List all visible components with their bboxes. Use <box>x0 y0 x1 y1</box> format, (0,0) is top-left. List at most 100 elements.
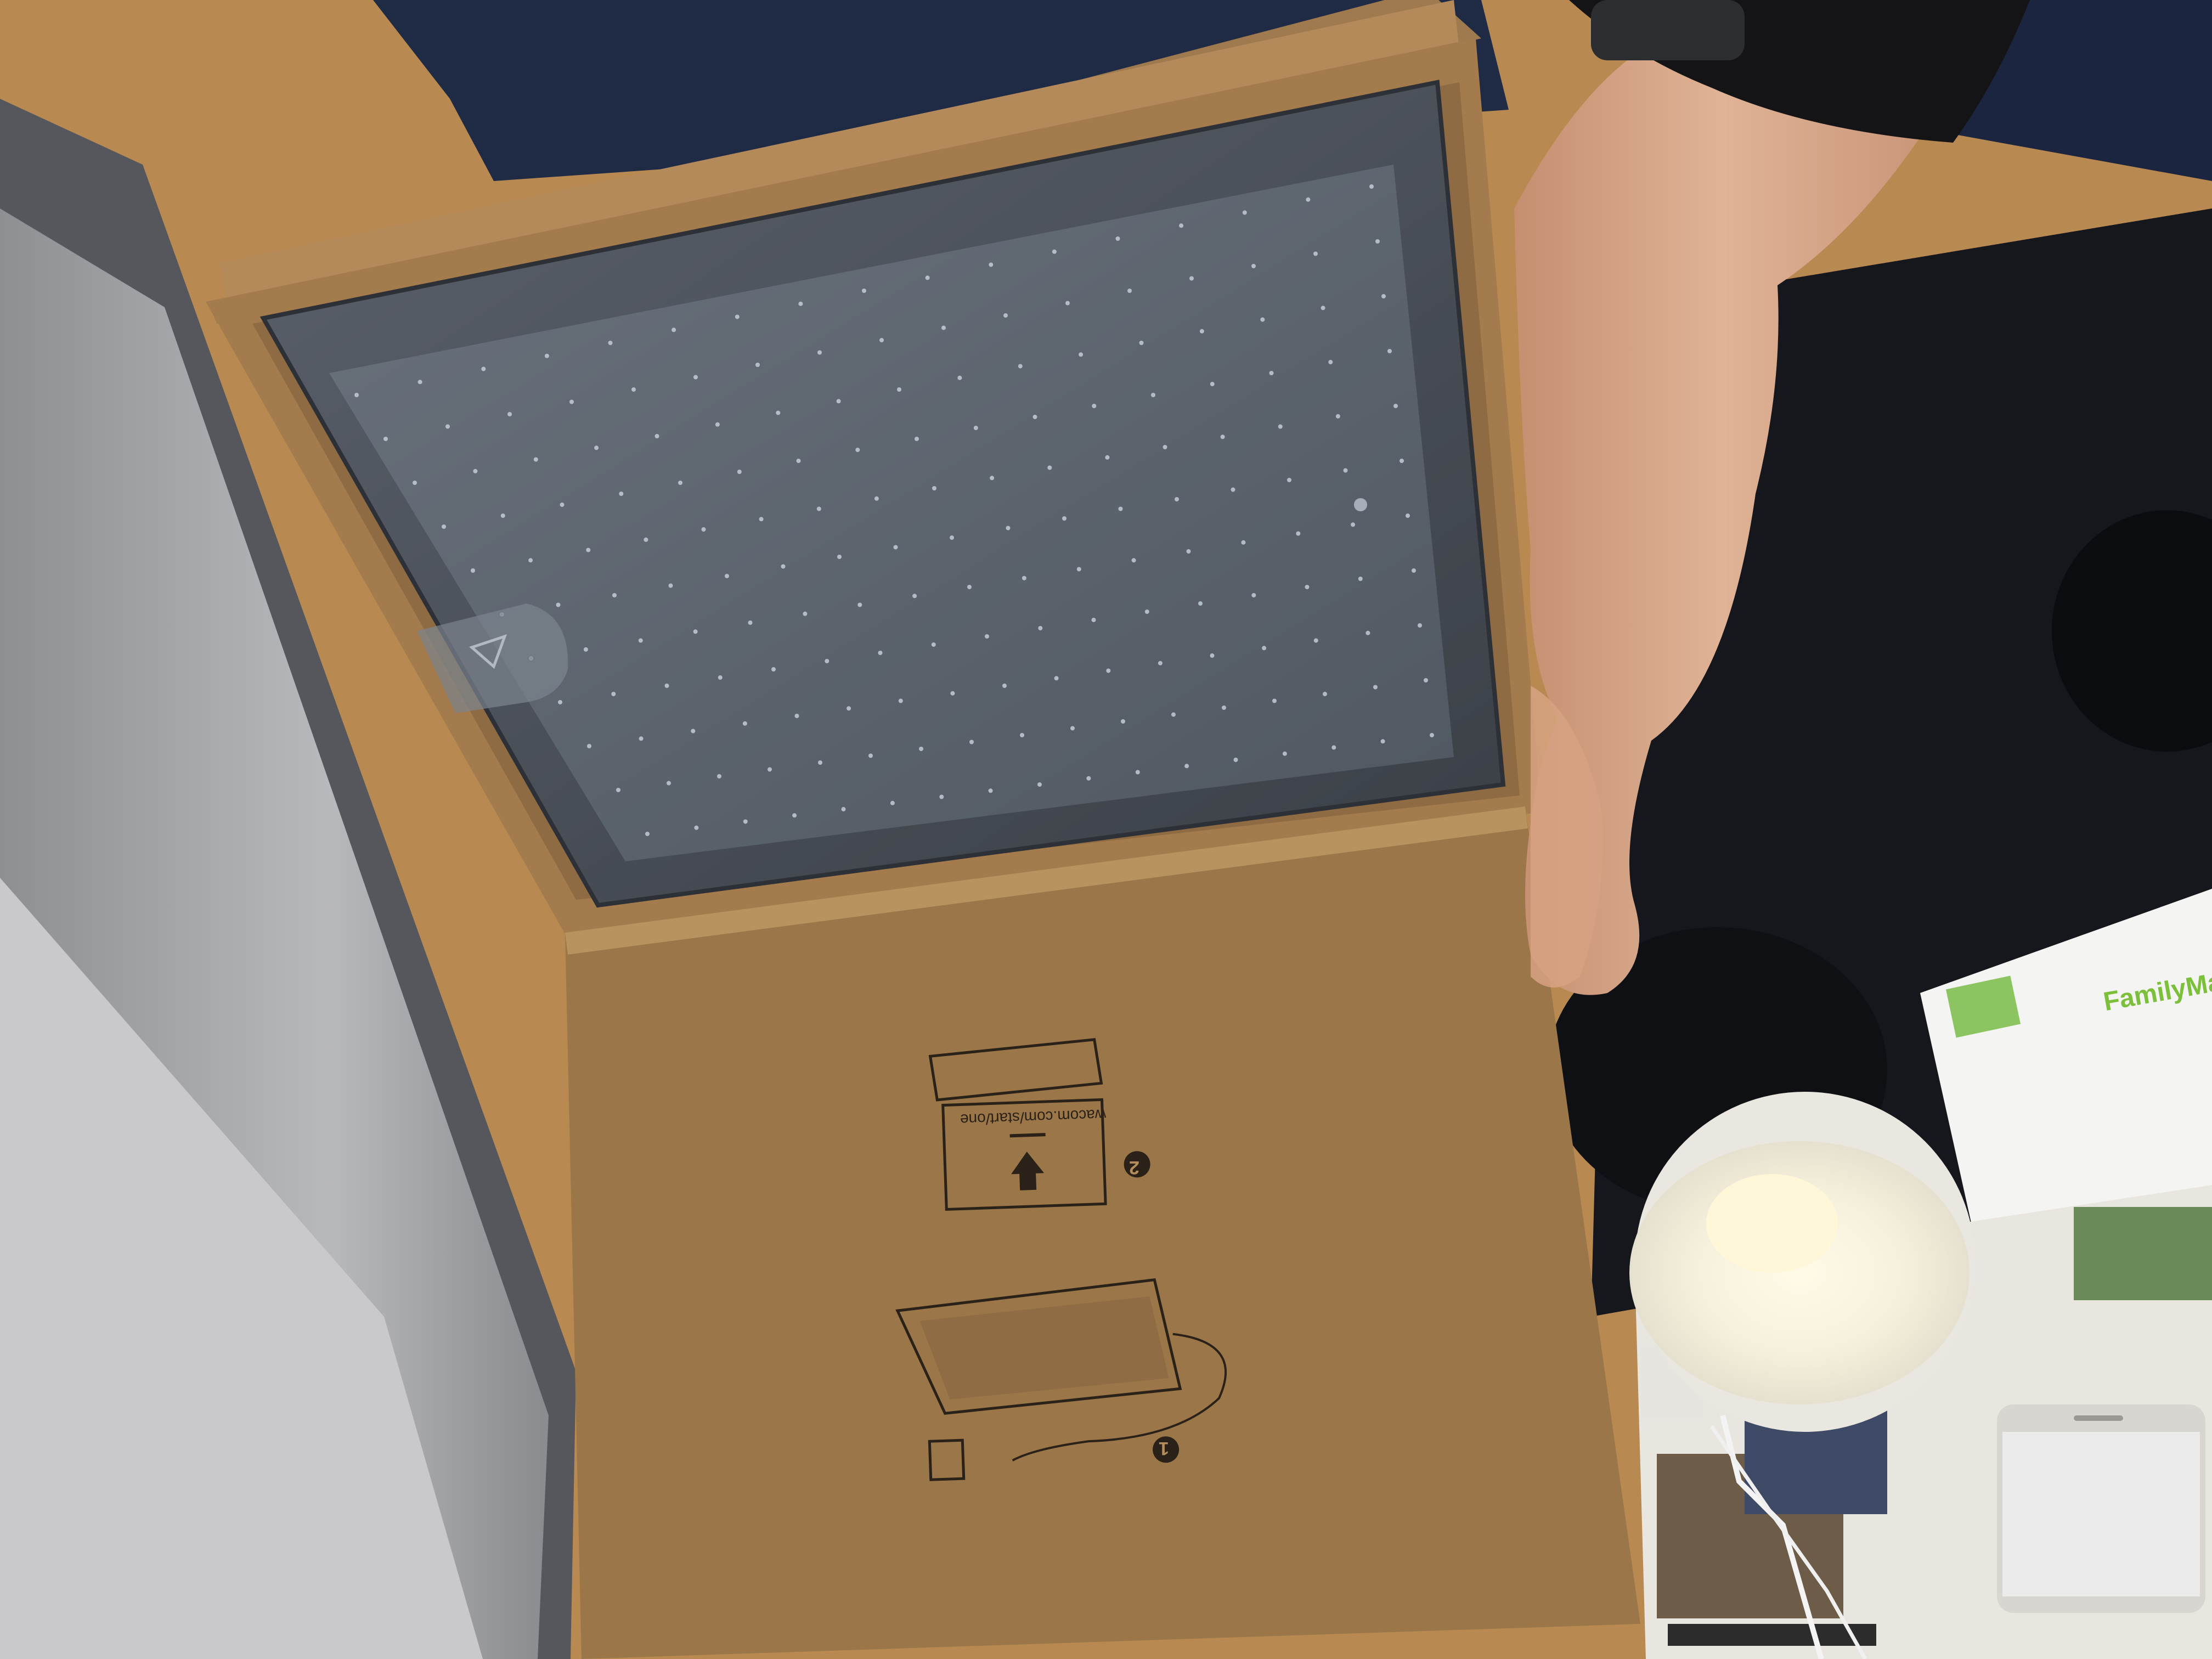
tablet-grid-dot <box>1198 601 1203 606</box>
tablet-grid-dot <box>1369 184 1374 189</box>
smartphone-speaker <box>2074 1415 2123 1421</box>
tablet-grid-dot <box>874 496 879 501</box>
tablet-grid-dot <box>631 387 636 392</box>
tablet-grid-dot <box>560 503 565 507</box>
tablet-grid-dot <box>1272 698 1277 703</box>
tablet-grid-dot <box>1278 424 1283 429</box>
tablet-grid-dot <box>1365 630 1370 635</box>
tablet-grid-dot <box>1020 733 1024 737</box>
newspaper-strip <box>2074 1207 2212 1300</box>
newspaper-headline <box>1668 1624 1876 1646</box>
tablet-grid-dot <box>879 338 884 342</box>
tablet-grid-dot <box>717 774 721 778</box>
tablet-grid-dot <box>413 481 417 485</box>
tablet-grid-dot <box>638 638 643 643</box>
tablet-grid-dot <box>1210 653 1215 658</box>
tablet-grid-dot <box>1296 531 1301 536</box>
tablet-grid-dot <box>1163 445 1167 449</box>
tablet-grid-dot <box>1343 468 1348 473</box>
tablet-grid-dot <box>1231 487 1235 492</box>
tablet-grid-dot <box>1047 465 1052 470</box>
tablet-grid-dot <box>664 684 669 688</box>
tablet-grid-dot <box>737 470 742 474</box>
tablet-grid-dot <box>507 412 512 416</box>
tablet-dots-marker <box>1354 498 1367 511</box>
wristwatch-case <box>1591 0 1745 60</box>
tablet-grid-dot <box>693 375 698 380</box>
tablet-grid-dot <box>931 642 936 647</box>
tablet-grid-dot <box>847 706 851 711</box>
tablet-grid-dot <box>1262 646 1267 651</box>
tablet-grid-dot <box>500 514 505 518</box>
tablet-grid-dot <box>1328 360 1333 364</box>
box-front-flap <box>565 806 1640 1659</box>
tablet-grid-dot <box>1424 678 1428 682</box>
tablet-grid-dot <box>1127 289 1132 293</box>
tablet-grid-dot <box>417 380 422 385</box>
tablet-grid-dot <box>1406 514 1410 518</box>
tablet-grid-dot <box>771 667 776 672</box>
tablet-grid-dot <box>616 788 620 792</box>
tablet-grid-dot <box>594 445 599 450</box>
tablet-grid-dot <box>890 800 895 805</box>
tablet-grid-dot <box>569 399 574 404</box>
tablet-grid-dot <box>1002 684 1007 688</box>
tablet-grid-dot <box>1105 455 1110 460</box>
tablet-grid-dot <box>1179 223 1184 228</box>
tablet-grid-dot <box>1076 567 1081 572</box>
tablet-grid-dot <box>1131 558 1136 563</box>
tablet-grid-dot <box>725 574 729 578</box>
tablet-grid-dot <box>969 740 974 744</box>
tablet-grid-dot <box>645 832 650 836</box>
tablet-grid-dot <box>556 602 561 607</box>
tablet-grid-dot <box>473 469 478 473</box>
tablet-grid-dot <box>701 527 706 532</box>
tablet-grid-dot <box>1305 585 1310 589</box>
tablet-grid-dot <box>878 651 883 655</box>
tablet-grid-dot <box>1175 497 1179 501</box>
tablet-grid-dot <box>1065 301 1070 306</box>
tablet-grid-dot <box>1022 575 1026 580</box>
tablet-grid-dot <box>619 492 624 496</box>
tablet-grid-dot <box>868 753 873 758</box>
tablet-grid-dot <box>471 568 475 573</box>
tablet-grid-dot <box>1222 706 1226 710</box>
tablet-grid-dot <box>1313 638 1318 643</box>
tablet-grid-dot <box>939 794 944 799</box>
tablet-grid-dot <box>748 620 753 625</box>
tablet-grid-dot <box>587 744 591 748</box>
tablet-grid-dot <box>985 634 989 639</box>
tablet-grid-dot <box>354 393 359 397</box>
tablet-grid-dot <box>1006 526 1011 531</box>
tablet-grid-dot <box>1062 516 1066 521</box>
tablet-grid-dot <box>897 387 901 392</box>
tablet-grid-dot <box>759 517 764 522</box>
tablet-grid-dot <box>612 593 617 597</box>
tablet-grid-dot <box>1171 712 1176 717</box>
tablet-grid-dot <box>915 437 919 441</box>
tablet-grid-dot <box>817 350 822 355</box>
tablet-grid-dot <box>1052 249 1057 254</box>
tablet-grid-dot <box>608 341 613 345</box>
tablet-grid-dot <box>1158 661 1163 665</box>
tablet-grid-dot <box>1086 776 1091 781</box>
tablet-grid-dot <box>836 399 841 404</box>
tablet-grid-dot <box>1054 676 1059 681</box>
tablet-grid-dot <box>973 426 978 430</box>
tablet-grid-dot <box>1106 668 1111 673</box>
tablet-grid-dot <box>1091 618 1096 622</box>
tablet-grid-dot <box>558 700 562 704</box>
tablet-grid-dot <box>1118 506 1123 511</box>
tablet-grid-dot <box>1199 329 1204 334</box>
tablet-grid-dot <box>855 448 860 452</box>
tablet-grid-dot <box>1038 626 1043 630</box>
tablet-grid-dot <box>442 524 446 529</box>
tablet-grid-dot <box>742 721 747 726</box>
tablet-grid-dot <box>1418 623 1422 628</box>
tablet-grid-dot <box>1313 251 1318 256</box>
tablet-grid-dot <box>533 457 538 462</box>
tablet-grid-dot <box>1092 404 1097 408</box>
tablet-grid-dot <box>691 729 696 733</box>
tablet-grid-dot <box>1321 306 1325 311</box>
tablet-grid-dot <box>1430 733 1434 737</box>
